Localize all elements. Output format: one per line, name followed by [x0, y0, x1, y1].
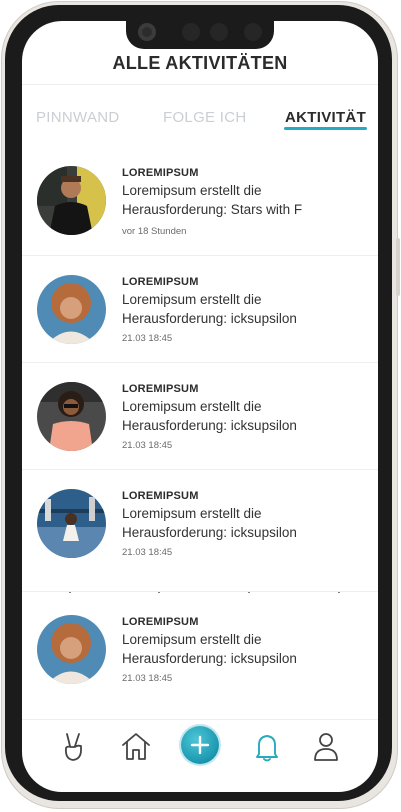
sensor-icon [210, 23, 228, 41]
activity-text-line2: Herausforderung: icksupsilon [122, 525, 297, 540]
activity-text-line1: Loremipsum erstellt die [122, 292, 262, 307]
avatar[interactable] [37, 615, 106, 684]
page-title: ALLE AKTIVITÄTEN [112, 53, 288, 73]
divider [22, 362, 378, 363]
bell-icon[interactable] [249, 728, 285, 764]
avatar[interactable] [37, 382, 106, 451]
activity-text-line1: Loremipsum erstellt die [122, 183, 262, 198]
avatar[interactable] [37, 489, 106, 558]
activity-text-line2: Herausforderung: icksupsilon [122, 651, 297, 666]
peace-hand-icon[interactable] [55, 728, 91, 764]
phone-side-button [396, 238, 400, 296]
profile-icon[interactable] [308, 728, 344, 764]
add-icon [190, 735, 210, 755]
activity-text-line2: Herausforderung: Stars with F [122, 202, 303, 217]
avatar[interactable] [37, 275, 106, 344]
activity-user-name: LOREMIPSUM [122, 383, 199, 395]
add-button[interactable] [181, 726, 219, 764]
activity-user-name: LOREMIPSUM [122, 616, 199, 628]
activity-user-name: LOREMIPSUM [122, 167, 199, 179]
activity-item[interactable]: LOREMIPSUM Loremipsum erstellt die Herau… [22, 166, 378, 266]
active-tab-indicator [284, 127, 367, 130]
activity-text-line1: Loremipsum erstellt die [122, 399, 262, 414]
home-icon[interactable] [118, 728, 154, 764]
bottom-nav [22, 719, 378, 774]
sensor-icon [182, 23, 200, 41]
activity-timestamp: 21.03 18:45 [122, 440, 173, 451]
divider [22, 255, 378, 256]
avatar[interactable] [37, 166, 106, 235]
activity-timestamp: 21.03 18:45 [122, 333, 173, 344]
activity-text-line1: Loremipsum erstellt die [122, 632, 262, 647]
tab-aktivitaet[interactable]: AKTIVITÄT [285, 109, 366, 126]
activity-timestamp: 21.03 18:45 [122, 547, 173, 558]
activity-timestamp: vor 18 Stunden [122, 226, 187, 237]
header-divider [22, 84, 378, 85]
activity-text-line2: Herausforderung: icksupsilon [122, 311, 297, 326]
tab-pinnwand[interactable]: PINNWAND [36, 109, 120, 126]
activity-timestamp: 21.03 18:45 [122, 673, 173, 684]
activity-text-line2: Herausforderung: icksupsilon [122, 418, 297, 433]
phone-notch [126, 21, 274, 49]
activity-user-name: LOREMIPSUM [122, 276, 199, 288]
tab-folge-ich[interactable]: FOLGE ICH [163, 109, 247, 126]
activity-item[interactable]: LOREMIPSUM Loremipsum erstellt die Herau… [22, 615, 378, 715]
divider [22, 591, 378, 592]
activity-item[interactable]: LOREMIPSUM Loremipsum erstellt die Herau… [22, 489, 378, 589]
activity-text-line1: Loremipsum erstellt die [122, 506, 262, 521]
activity-item[interactable]: LOREMIPSUM Loremipsum erstellt die Herau… [22, 382, 378, 482]
sensor-icon [244, 23, 262, 41]
activity-user-name: LOREMIPSUM [122, 490, 199, 502]
app-screen: ALLE AKTIVITÄTEN PINNWAND FOLGE ICH AKTI… [22, 21, 378, 792]
front-camera-icon [138, 23, 156, 41]
activity-item[interactable]: LOREMIPSUM Loremipsum erstellt die Herau… [22, 275, 378, 375]
divider [22, 469, 378, 470]
